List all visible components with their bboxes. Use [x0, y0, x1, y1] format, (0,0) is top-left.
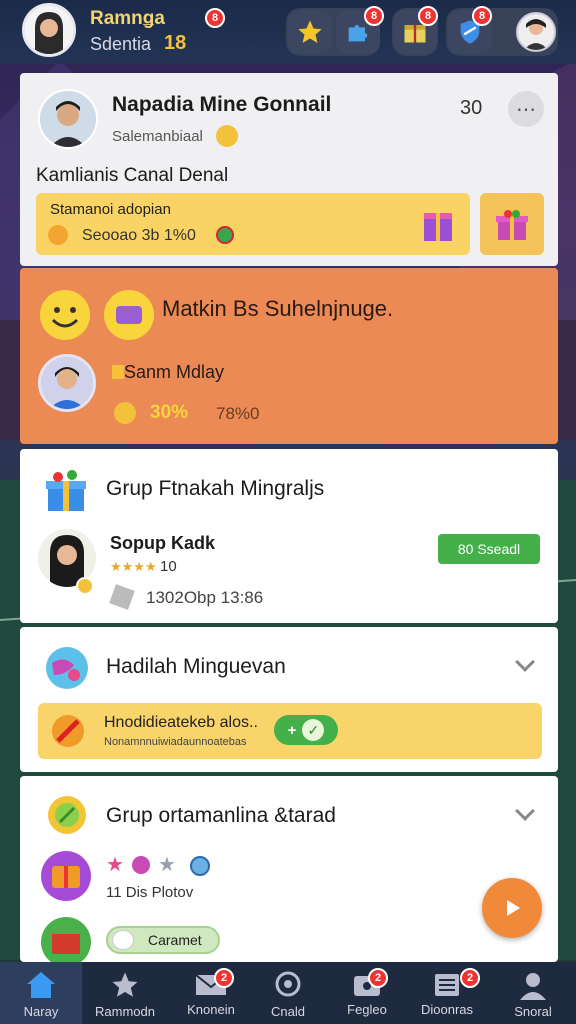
- nav-label: Naray: [23, 1004, 59, 1019]
- user-name: Ramnǥa: [90, 8, 165, 29]
- profile-name: Napadia Mine Gonnail: [112, 93, 332, 116]
- profile-avatar[interactable]: [38, 89, 98, 149]
- join-button[interactable]: 80 Sseadl: [438, 534, 540, 564]
- list-badge: 2: [460, 968, 480, 988]
- top-bar: Ramnǥa Sdentia 18 8 8 8 8: [0, 0, 576, 64]
- nav-label: Cnald: [271, 1004, 305, 1019]
- blue-orb-icon: [190, 856, 210, 876]
- member-badge-icon: [76, 577, 94, 595]
- chevron-down-icon[interactable]: [515, 652, 535, 672]
- promo-title: Stamanoi adopian: [50, 201, 171, 218]
- group-card: Grup Ftnakah Mingraljs Sopup Kadk ★★★★ 1…: [20, 449, 558, 623]
- flag-icon: [112, 365, 124, 379]
- reward-card: Hadilah Minguevan Hnodidieatekeb alos.. …: [20, 627, 558, 772]
- member-rating: 10: [160, 558, 177, 575]
- list-icon: [435, 974, 459, 996]
- coin-icon: [216, 125, 238, 147]
- search-icon: [275, 971, 301, 997]
- rating-stars-icon: ★★★★: [110, 559, 157, 574]
- reward-banner-title: Hnodidieatekeb alos..: [104, 714, 258, 731]
- reward-title: Hadilah Minguevan: [106, 655, 286, 678]
- games-badge: 2: [368, 968, 388, 988]
- notification-badge: 8: [205, 8, 225, 28]
- home-icon: [27, 972, 55, 998]
- chest-icon: [41, 917, 91, 962]
- star-icon: [112, 972, 138, 997]
- profile-subtitle: Salemanbiaal: [112, 128, 203, 145]
- purple-gem-icon: [132, 856, 150, 874]
- user-subtitle: Sdentia: [90, 34, 152, 54]
- group-card-2: Grup ortamanlina &tarad ★ ★ 11 Dis Ploto…: [20, 776, 558, 962]
- achievement-title: Matkin Bs Suhelnjnuge.: [162, 296, 394, 321]
- puzzle-badge: 8: [364, 6, 384, 26]
- achievement-card: Matkin Bs Suhelnjnuge. Sanm Mdlay 30% 78…: [20, 268, 558, 444]
- achievement-value: 78%0: [216, 404, 260, 423]
- group2-title: Grup ortamanlina &tarad: [106, 804, 336, 827]
- friend-avatar[interactable]: [516, 12, 556, 52]
- nav-label: Dioonras: [420, 1002, 474, 1017]
- sun-icon: [114, 402, 136, 424]
- treasure-icon: [41, 851, 91, 901]
- medal-icon: [48, 225, 68, 245]
- member-name: Sopup Kadk: [110, 533, 216, 553]
- nav-recommend[interactable]: Rammodn: [84, 962, 166, 1024]
- channel-name: Kamlianis Canal Denal: [36, 165, 229, 186]
- bottom-navigation: Naray Rammodn Knonein 2 Cnald Fegleo 2 D…: [0, 962, 576, 1024]
- play-button[interactable]: [482, 878, 542, 938]
- profile-card: Napadia Mine Gonnail Salemanbiaal 30 ⋯ K…: [20, 73, 558, 266]
- shield-badge: 8: [472, 6, 492, 26]
- check-icon: [216, 226, 234, 244]
- rocket-icon: [52, 715, 84, 747]
- person-icon: [520, 973, 546, 1000]
- nav-profile[interactable]: Snoral: [492, 962, 574, 1024]
- reward-banner-subtitle: Nonamnnuiwiadaunnoatebas: [104, 736, 247, 748]
- nav-label: Knonein: [187, 1002, 235, 1017]
- nav-messages[interactable]: Knonein: [170, 962, 252, 1024]
- achiever-name: Sanm Mdlay: [124, 362, 225, 382]
- gift-badge: 8: [418, 6, 438, 26]
- chevron-down-icon[interactable]: [515, 801, 535, 821]
- gift-button[interactable]: [480, 193, 544, 255]
- face-icon: [112, 930, 134, 950]
- star-icon[interactable]: [288, 10, 332, 54]
- smile-icon: [40, 290, 90, 340]
- promo-subtitle: Seooao 3b 1%0: [82, 227, 196, 244]
- reward-globe-icon: [46, 647, 88, 689]
- achiever-avatar[interactable]: [38, 354, 96, 412]
- gift-icon: [496, 210, 528, 240]
- nav-label: Fegleo: [347, 1002, 387, 1017]
- nav-games[interactable]: Fegleo: [326, 962, 408, 1024]
- user-level: 18: [164, 32, 187, 54]
- plus-icon: +: [287, 721, 297, 739]
- mail-badge: 2: [214, 968, 234, 988]
- gem-icon: [104, 290, 154, 340]
- gift-icon: [46, 470, 86, 511]
- nav-home[interactable]: Naray: [0, 962, 82, 1024]
- play-icon: [507, 900, 520, 916]
- promo-banner[interactable]: Stamanoi adopian Seooao 3b 1%0: [36, 193, 470, 255]
- reward-banner[interactable]: Hnodidieatekeb alos.. Nonamnnuiwiadaunno…: [38, 703, 542, 759]
- tag-icon: [109, 584, 135, 610]
- user-avatar[interactable]: [22, 3, 76, 57]
- pink-star-icon: ★: [106, 854, 124, 876]
- claim-toggle[interactable]: + ✓: [274, 715, 338, 745]
- status-tag-label: Caramet: [148, 932, 202, 948]
- member-meta: 1302Obp 13:86: [146, 588, 264, 607]
- group2-stats: 11 Dis Plotov: [106, 884, 194, 901]
- group-title: Grup Ftnakah Mingraljs: [106, 477, 325, 500]
- nav-label: Snoral: [514, 1004, 552, 1019]
- check-icon: ✓: [302, 719, 325, 741]
- status-tag[interactable]: Caramet: [106, 926, 220, 954]
- nav-search[interactable]: Cnald: [247, 962, 329, 1024]
- achievement-percent: 30%: [150, 402, 189, 423]
- magic-gift-icon: [424, 213, 452, 241]
- nav-label: Rammodn: [95, 1004, 155, 1019]
- more-options-icon[interactable]: ⋯: [508, 91, 544, 127]
- profile-count: 30: [460, 97, 483, 119]
- silver-star-icon: ★: [158, 854, 176, 876]
- coin-medal-icon: [48, 796, 86, 834]
